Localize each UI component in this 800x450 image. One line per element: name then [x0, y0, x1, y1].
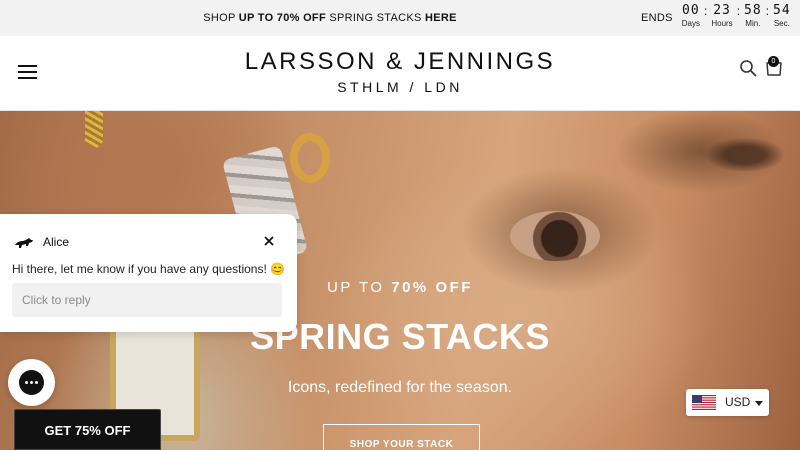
- chat-agent-name: Alice: [43, 235, 70, 249]
- countdown-separator: :: [704, 4, 708, 18]
- panther-avatar-icon: [15, 238, 33, 248]
- countdown-days-value: 00: [682, 3, 700, 18]
- close-icon[interactable]: [262, 234, 276, 248]
- hero-kicker-prefix: UP TO: [327, 279, 392, 296]
- countdown-days: 00 Days: [682, 3, 700, 28]
- announcement-bar: SHOP UP TO 70% OFF SPRING STACKS HERE EN…: [0, 0, 800, 36]
- countdown-seconds: 54 Sec.: [773, 3, 791, 28]
- site-header: LARSSON & JENNINGS STHLM / LDN 0: [0, 36, 800, 111]
- hero-kicker-highlight: 70% OFF: [391, 279, 473, 296]
- currency-code: USD: [725, 395, 751, 409]
- announcement-suffix: HERE: [425, 12, 457, 24]
- hero-image-brow: [690, 131, 800, 171]
- brand-logo-subtitle[interactable]: STHLM / LDN: [0, 79, 800, 95]
- hero-image-earring: [290, 133, 330, 183]
- cart-count-badge: 0: [768, 56, 779, 67]
- chat-bubble-icon: [19, 370, 44, 395]
- announcement-highlight: UP TO 70% OFF: [238, 12, 326, 24]
- countdown-timer: ENDS 00 Days : 23 Hours : 58 Min. : 54 S…: [641, 3, 791, 33]
- countdown-minutes: 58 Min.: [744, 3, 762, 28]
- get-discount-button[interactable]: GET 75% OFF: [14, 409, 161, 450]
- countdown-seconds-label: Sec.: [773, 19, 790, 28]
- shop-your-stack-button[interactable]: SHOP YOUR STACK: [323, 424, 480, 450]
- countdown-hours: 23 Hours: [711, 3, 732, 28]
- announcement-prefix: SHOP: [203, 12, 239, 24]
- countdown-seconds-value: 54: [773, 3, 791, 18]
- chat-reply-input[interactable]: [12, 283, 282, 317]
- hero-image-eye: [510, 211, 600, 261]
- brand-logo[interactable]: LARSSON & JENNINGS: [0, 48, 800, 76]
- chevron-down-icon: [755, 401, 763, 406]
- countdown-separator: :: [765, 4, 770, 18]
- hero-subtitle: Icons, redefined for the season.: [287, 379, 513, 396]
- countdown-minutes-value: 58: [744, 3, 762, 18]
- countdown-minutes-label: Min.: [745, 19, 761, 28]
- announcement-middle: SPRING STACKS: [325, 12, 426, 24]
- countdown-separator: :: [736, 4, 741, 18]
- countdown-days-label: Days: [681, 19, 700, 28]
- chat-popup: Alice Hi there, let me know if you have …: [0, 214, 297, 332]
- announcement-link[interactable]: SHOP UP TO 70% OFF SPRING STACKS HERE: [0, 0, 660, 36]
- countdown-hours-label: Hours: [711, 19, 733, 28]
- chat-launcher-button[interactable]: [8, 359, 55, 406]
- us-flag-icon: [692, 395, 716, 410]
- countdown-ends-label: ENDS: [641, 12, 673, 24]
- chat-message: Hi there, let me know if you have any qu…: [12, 262, 286, 276]
- countdown-hours-value: 23: [713, 3, 731, 18]
- search-icon[interactable]: [739, 59, 757, 77]
- hero-image-ring: [85, 111, 103, 148]
- currency-selector[interactable]: USD: [686, 389, 769, 416]
